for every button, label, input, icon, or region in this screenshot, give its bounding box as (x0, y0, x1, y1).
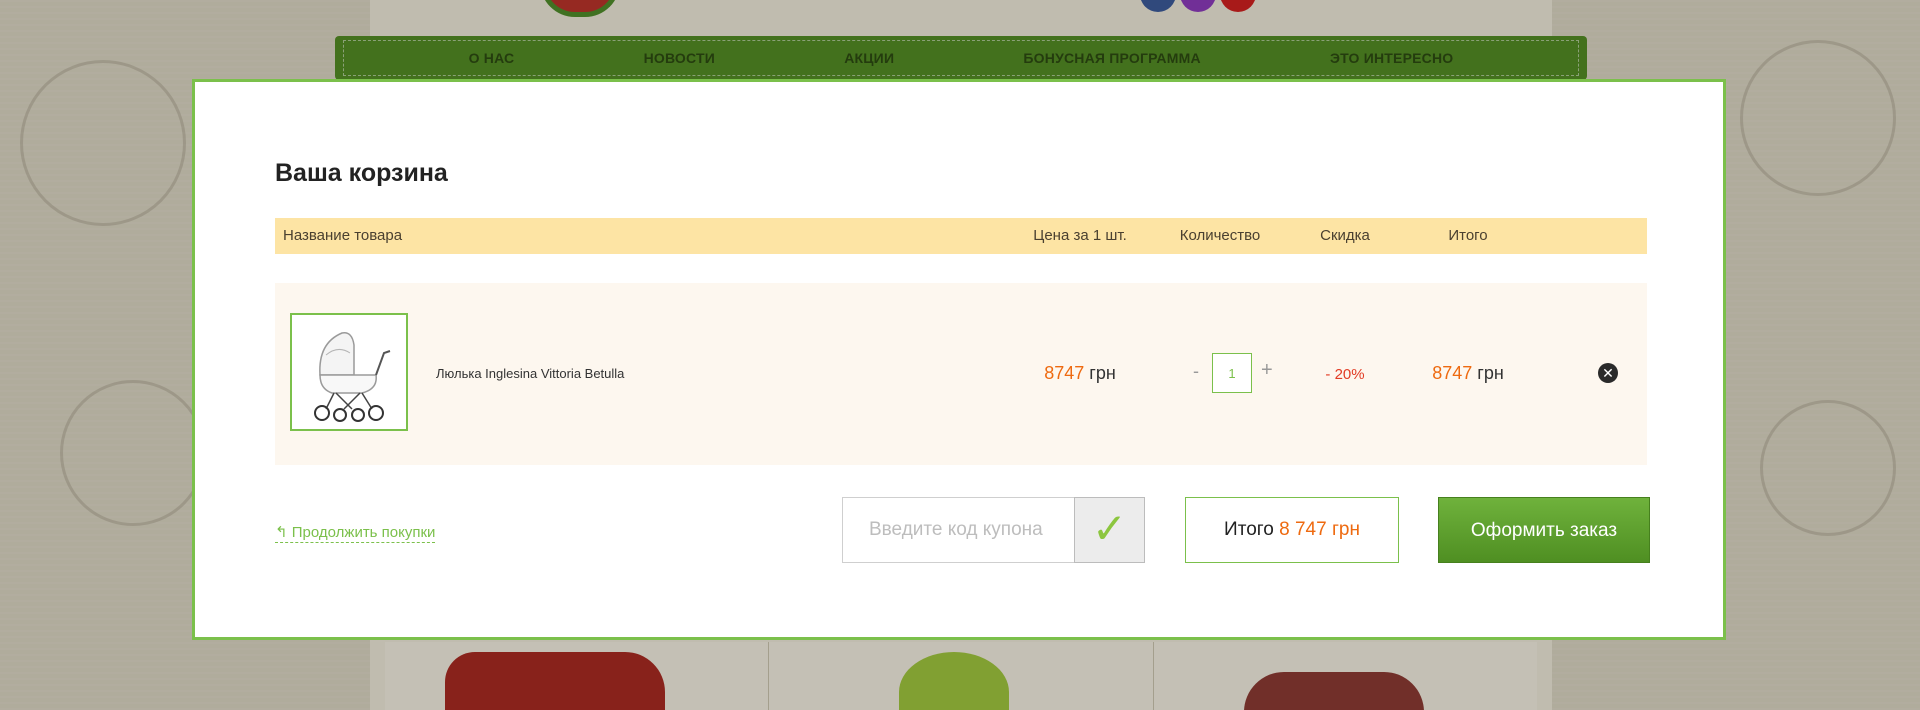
checkout-button[interactable]: Оформить заказ (1438, 497, 1650, 563)
continue-shopping-label: Продолжить покупки (291, 524, 436, 541)
column-header-price: Цена за 1 шт. (1033, 227, 1127, 244)
return-arrow-icon: ↰ (275, 524, 288, 541)
cart-item-row: Люлька Inglesina Vittoria Betulla 8747 г… (275, 283, 1647, 465)
column-header-discount: Скидка (1320, 227, 1370, 244)
column-header-name: Название товара (283, 227, 403, 244)
cart-title: Ваша корзина (275, 159, 448, 187)
apply-coupon-button[interactable]: ✓ (1074, 497, 1145, 563)
line-total-currency: грн (1477, 363, 1504, 383)
line-total: 8747 грн (1418, 363, 1518, 384)
remove-item-button[interactable]: ✕ (1598, 363, 1618, 383)
quantity-decrease-button[interactable]: - (1193, 361, 1199, 382)
grand-total-label: Итого (1224, 519, 1274, 540)
cart-table-header: Название товара Цена за 1 шт. Количество… (275, 218, 1647, 254)
quantity-input[interactable] (1212, 353, 1252, 393)
unit-price: 8747 грн (1020, 363, 1140, 384)
close-circle-icon: ✕ (1602, 365, 1614, 381)
line-total-value: 8747 (1432, 363, 1473, 383)
column-header-total: Итого (1448, 227, 1488, 244)
unit-price-value: 8747 (1044, 363, 1085, 383)
grand-total-value: 8 747 грн (1279, 519, 1360, 540)
continue-shopping-link[interactable]: ↰ Продолжить покупки (275, 523, 436, 543)
quantity-increase-button[interactable]: + (1261, 359, 1273, 382)
checkmark-icon: ✓ (1091, 505, 1128, 552)
unit-price-currency: грн (1089, 363, 1116, 383)
grand-total: Итого 8 747 грн (1185, 497, 1399, 563)
cart-modal: Ваша корзина Название товара Цена за 1 ш… (192, 79, 1726, 640)
discount-value: - 20% (1325, 366, 1365, 383)
product-name-link[interactable]: Люлька Inglesina Vittoria Betulla (436, 366, 624, 381)
coupon-code-input[interactable] (842, 497, 1075, 563)
column-header-quantity: Количество (1179, 227, 1261, 244)
product-thumbnail[interactable] (290, 313, 408, 431)
stroller-image (314, 332, 391, 422)
